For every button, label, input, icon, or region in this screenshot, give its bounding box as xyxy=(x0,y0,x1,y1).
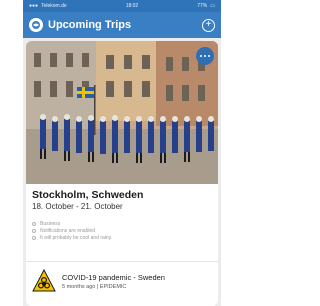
bell-icon xyxy=(32,228,36,233)
alert-title: COVID-19 pandemic - Sweden xyxy=(62,272,165,282)
status-left: ●●● Telekom.de xyxy=(29,3,67,9)
signal-icon: ●●● xyxy=(29,3,39,9)
battery-percent: 77% xyxy=(197,3,208,9)
cloud-icon xyxy=(32,235,36,240)
divider xyxy=(26,261,218,262)
note-notifications: Notifications are enabled xyxy=(32,227,214,234)
more-dot xyxy=(207,54,210,58)
briefcase-icon xyxy=(32,221,36,226)
phone-screen: ●●● Telekom.de 18:02 77% ▭ Upcoming Trip… xyxy=(23,0,221,306)
app-logo-icon xyxy=(29,18,43,32)
trip-city: Stockholm, Schweden xyxy=(32,189,144,201)
more-dot xyxy=(203,54,207,58)
trip-card[interactable]: Stockholm, Schweden 18. October - 21. Oc… xyxy=(26,41,218,306)
trip-photo xyxy=(26,41,218,184)
biohazard-icon xyxy=(32,269,56,292)
alert-subtitle: 5 months ago | EPIDEMIC xyxy=(62,283,127,290)
alert-text: COVID-19 pandemic - Sweden 5 months ago … xyxy=(62,273,165,290)
alert-item[interactable]: COVID-19 pandemic - Sweden 5 months ago … xyxy=(32,269,214,293)
nav-bar: Upcoming Trips + xyxy=(23,12,221,38)
trip-dates: 18. October - 21. October xyxy=(32,202,123,211)
carrier-label: Telekom.de xyxy=(41,3,67,9)
battery-icon: ▭ xyxy=(210,3,215,9)
more-dots-icon xyxy=(200,54,203,58)
destination-image xyxy=(26,41,218,184)
trip-notes: Business Notifications are enabled It wi… xyxy=(32,220,214,241)
note-text: It will probably be cool and rainy. xyxy=(40,234,113,241)
note-weather: It will probably be cool and rainy. xyxy=(32,234,214,241)
trip-info: Stockholm, Schweden 18. October - 21. Oc… xyxy=(32,189,214,241)
note-text: Notifications are enabled xyxy=(40,227,96,234)
page-title: Upcoming Trips xyxy=(48,19,132,31)
clock: 18:02 xyxy=(125,3,139,9)
more-options-button[interactable] xyxy=(196,47,214,65)
add-trip-button[interactable]: + xyxy=(202,18,215,32)
note-business: Business xyxy=(32,220,214,227)
plus-circle-icon: + xyxy=(205,19,212,30)
note-text: Business xyxy=(40,220,61,227)
status-right: 77% ▭ xyxy=(197,3,215,9)
status-bar: ●●● Telekom.de 18:02 77% ▭ xyxy=(23,0,221,12)
